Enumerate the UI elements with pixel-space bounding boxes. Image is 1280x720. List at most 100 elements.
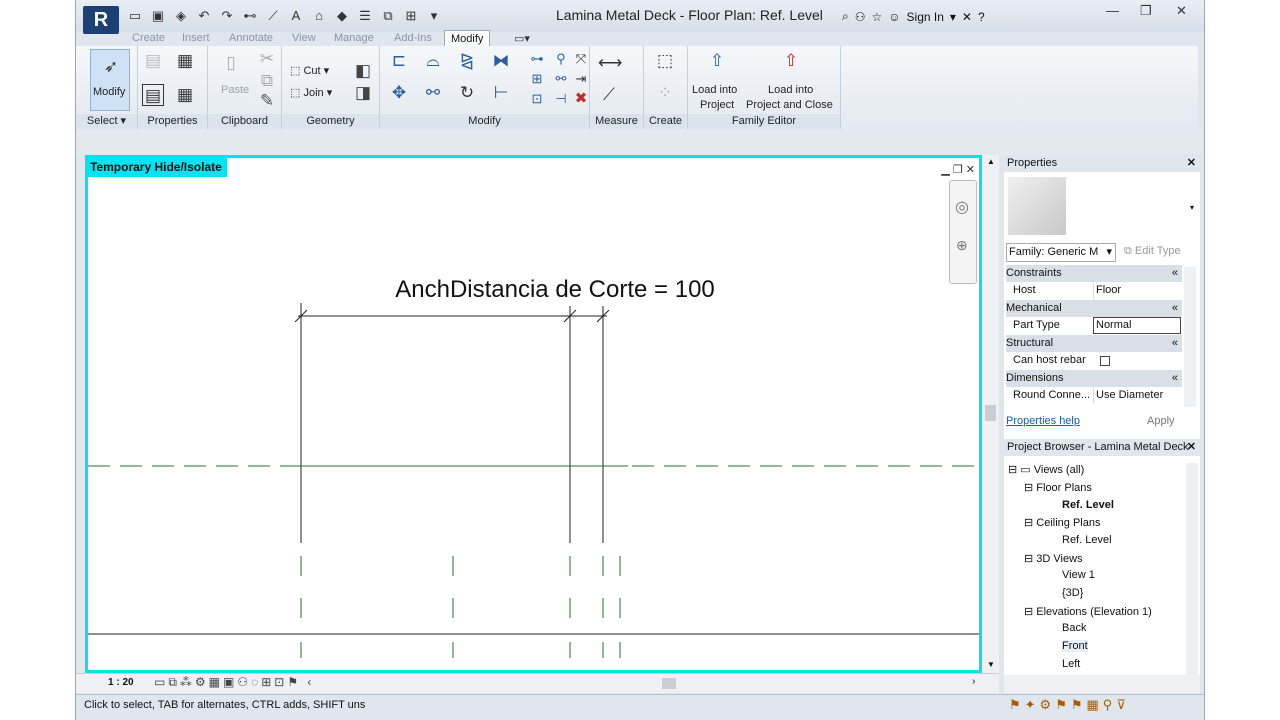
- scroll-down-arrow-icon[interactable]: ▼: [987, 660, 995, 669]
- align-icon[interactable]: ⊏: [388, 50, 410, 72]
- cut-geometry-button[interactable]: ⬚ Cut ▾: [290, 64, 329, 77]
- binoculars-icon[interactable]: ⚇: [855, 10, 866, 24]
- category-constraints[interactable]: Constraints «: [1006, 265, 1182, 282]
- save-icon[interactable]: ▣: [149, 8, 167, 24]
- offset-icon[interactable]: ⌓: [422, 50, 444, 72]
- tree-front[interactable]: Front: [1062, 640, 1088, 652]
- view-vertical-scrollbar[interactable]: ▲ ▼: [982, 155, 999, 673]
- horizontal-scroll-thumb[interactable]: [662, 678, 676, 689]
- exchange-icon[interactable]: ✕: [962, 10, 972, 24]
- thin-lines-icon[interactable]: ☰: [356, 8, 374, 24]
- create-similar-icon[interactable]: ⬚: [654, 50, 676, 72]
- delete-icon[interactable]: ✖: [570, 88, 592, 110]
- category-structural[interactable]: Structural «: [1006, 335, 1182, 352]
- view-control-icons[interactable]: ▭⧉⁂⚙▦▣⚇◌⊞⊡⚑ ‹: [154, 675, 314, 690]
- restore-icon[interactable]: ❐: [1140, 3, 1152, 19]
- part-type-field[interactable]: Normal: [1093, 317, 1181, 334]
- family-types-icon[interactable]: ▦: [174, 50, 196, 72]
- text-qat-icon[interactable]: A: [287, 8, 305, 24]
- properties-icon[interactable]: ▤: [142, 84, 164, 106]
- view-scale[interactable]: 1 : 20: [108, 677, 134, 688]
- close-hidden-icon[interactable]: ⧉: [379, 8, 397, 24]
- tab-annotate[interactable]: Annotate: [229, 32, 273, 44]
- measure-icon[interactable]: ⟷: [598, 52, 622, 74]
- tree-back[interactable]: Back: [1062, 622, 1086, 634]
- modify-button[interactable]: ➶ Modify: [90, 49, 130, 111]
- tree-view-1[interactable]: View 1: [1062, 569, 1095, 581]
- mirror-draw-icon[interactable]: ⧓: [490, 50, 512, 72]
- properties-scrollbar[interactable]: [1184, 267, 1196, 407]
- paste-icon[interactable]: ▯: [220, 52, 242, 74]
- family-category-icon[interactable]: ▦: [174, 84, 196, 106]
- mirror-axis-icon[interactable]: ⧎: [456, 50, 478, 72]
- user-icon[interactable]: ☺: [888, 10, 900, 24]
- split-icon[interactable]: ⊶: [526, 48, 548, 70]
- paint-icon[interactable]: ◨: [352, 82, 374, 104]
- match-properties-icon[interactable]: ✎: [256, 90, 278, 112]
- sign-in-dropdown-icon[interactable]: ▾: [950, 10, 956, 24]
- rotate-icon[interactable]: ↻: [456, 82, 478, 104]
- type-selector-dropdown[interactable]: ▾: [1190, 203, 1194, 212]
- tree-ceiling-ref-level[interactable]: Ref. Level: [1062, 534, 1112, 546]
- properties-help-link[interactable]: Properties help: [1006, 415, 1080, 427]
- extend-icon[interactable]: ⇥: [570, 68, 592, 90]
- tree-floor-ref-level[interactable]: Ref. Level: [1062, 499, 1114, 511]
- sign-in-link[interactable]: Sign In: [907, 10, 944, 24]
- split-face-icon[interactable]: ◧: [352, 60, 374, 82]
- browser-hscrollbar[interactable]: [1004, 675, 1200, 693]
- unpin-icon[interactable]: ⚯: [550, 68, 572, 90]
- tree-views-all[interactable]: ⊟ ▭ Views (all): [1008, 463, 1084, 476]
- ribbon-toggle-icon[interactable]: ▭▾: [514, 32, 530, 45]
- star-icon[interactable]: ☆: [872, 10, 883, 24]
- properties-close-icon[interactable]: ✕: [1187, 155, 1196, 172]
- tab-manage[interactable]: Manage: [334, 32, 374, 44]
- minimize-icon[interactable]: —: [1106, 3, 1119, 18]
- edit-type-button[interactable]: ⧉ Edit Type: [1124, 245, 1181, 258]
- cut-clipboard-icon[interactable]: ✂: [256, 48, 278, 70]
- qat-dropdown-icon[interactable]: ▾: [425, 8, 443, 24]
- tree-floor-plans[interactable]: ⊟ Floor Plans: [1024, 481, 1092, 494]
- trim-multiple-icon[interactable]: ⊣: [550, 88, 572, 110]
- search-icon[interactable]: ⌕: [842, 9, 849, 24]
- 3d-view-icon[interactable]: ⌂: [310, 8, 328, 24]
- tab-modify[interactable]: Modify: [444, 30, 491, 47]
- browser-scrollbar[interactable]: [1186, 463, 1198, 675]
- undo-icon[interactable]: ↶: [195, 8, 213, 24]
- dimension-lines[interactable]: [294, 303, 610, 543]
- dimension-qat-icon[interactable]: ⟋: [264, 8, 282, 24]
- help-icon[interactable]: ?: [978, 10, 985, 24]
- scroll-right-arrow-icon[interactable]: ›: [972, 676, 975, 687]
- tree-left[interactable]: Left: [1062, 658, 1080, 670]
- can-host-rebar-checkbox[interactable]: [1100, 356, 1110, 366]
- switch-windows-icon[interactable]: ⊞: [402, 8, 420, 24]
- type-properties-icon[interactable]: ▤: [142, 50, 164, 72]
- scroll-up-arrow-icon[interactable]: ▲: [987, 157, 995, 166]
- join-geometry-button[interactable]: ⬚ Join ▾: [290, 86, 332, 99]
- tab-add-ins[interactable]: Add-Ins: [394, 32, 432, 44]
- pin-icon[interactable]: ⚲: [550, 48, 572, 70]
- copy-icon[interactable]: ⧉: [256, 70, 278, 92]
- array-icon[interactable]: ⊞: [526, 68, 548, 90]
- browser-close-icon[interactable]: ✕: [1187, 439, 1196, 456]
- split-gap-icon[interactable]: ⤧: [570, 48, 592, 70]
- section-icon[interactable]: ◆: [333, 8, 351, 24]
- scroll-thumb[interactable]: [985, 405, 996, 421]
- tab-create[interactable]: Create: [132, 32, 165, 44]
- family-selector[interactable]: Family: Generic M ▾: [1006, 243, 1116, 262]
- load-into-project-button[interactable]: ⇧ Load into Project: [690, 48, 748, 112]
- load-into-project-close-button[interactable]: ⇧ Load into Project and Close: [744, 48, 840, 112]
- close-icon[interactable]: ✕: [1176, 3, 1187, 19]
- trim-icon[interactable]: ⊢: [490, 82, 512, 104]
- tree-3d[interactable]: {3D}: [1062, 587, 1083, 599]
- category-mechanical[interactable]: Mechanical «: [1006, 300, 1182, 317]
- open-icon[interactable]: ▭: [126, 8, 144, 24]
- tree-ceiling-plans[interactable]: ⊟ Ceiling Plans: [1024, 516, 1100, 529]
- dimension-label[interactable]: AnchDistancia de Corte = 100: [395, 276, 715, 303]
- tab-view[interactable]: View: [292, 32, 316, 44]
- apply-button[interactable]: Apply: [1147, 415, 1175, 427]
- copy-element-icon[interactable]: ⚯: [422, 82, 444, 104]
- sync-icon[interactable]: ◈: [172, 8, 190, 24]
- create-group-icon[interactable]: ⁘: [654, 82, 676, 104]
- tab-insert[interactable]: Insert: [182, 32, 210, 44]
- aligned-dimension-icon[interactable]: ⟋: [598, 84, 620, 106]
